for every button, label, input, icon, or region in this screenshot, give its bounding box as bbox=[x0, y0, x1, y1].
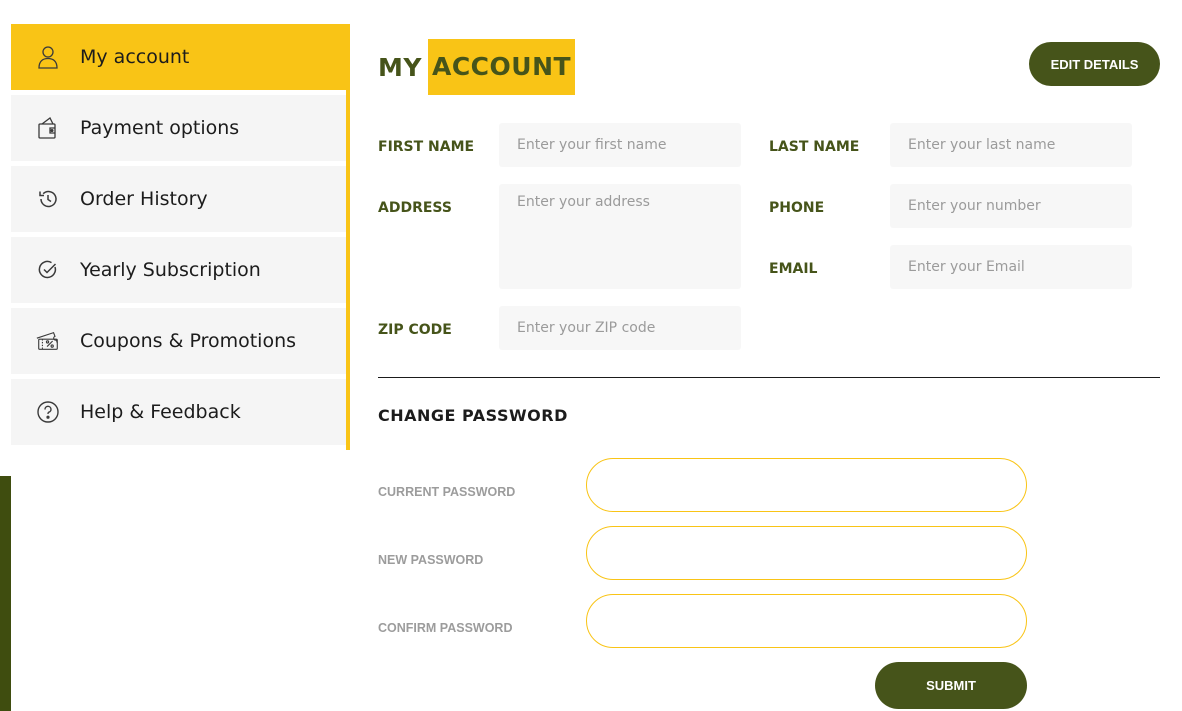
help-circle-icon bbox=[35, 399, 61, 425]
change-password-heading: CHANGE PASSWORD bbox=[378, 406, 568, 425]
email-input[interactable] bbox=[890, 245, 1132, 289]
sidebar-item-label: My account bbox=[80, 46, 190, 68]
sidebar-active-rail bbox=[346, 24, 350, 450]
last-name-input[interactable] bbox=[890, 123, 1132, 167]
user-icon bbox=[35, 44, 61, 70]
sidebar-lower-background bbox=[11, 476, 351, 711]
phone-label: PHONE bbox=[769, 200, 825, 216]
section-divider bbox=[378, 377, 1160, 378]
sidebar-item-payment-options[interactable]: Payment options bbox=[11, 95, 346, 161]
email-label: EMAIL bbox=[769, 261, 818, 277]
sidebar-item-label: Payment options bbox=[80, 117, 240, 139]
account-main-panel: MY ACCOUNT EDIT DETAILS FIRST NAME LAST … bbox=[351, 24, 1182, 711]
zip-code-label: ZIP CODE bbox=[378, 322, 452, 338]
sidebar-item-yearly-subscription[interactable]: Yearly Subscription bbox=[11, 237, 346, 303]
wallet-icon bbox=[35, 115, 61, 141]
current-password-label: CURRENT PASSWORD bbox=[378, 485, 516, 499]
address-input[interactable] bbox=[499, 184, 741, 289]
phone-input[interactable] bbox=[890, 184, 1132, 228]
current-password-input[interactable] bbox=[586, 458, 1027, 512]
first-name-label: FIRST NAME bbox=[378, 139, 475, 155]
coupon-icon bbox=[35, 328, 61, 354]
sidebar-item-label: Order History bbox=[80, 188, 208, 210]
confirm-password-input[interactable] bbox=[586, 594, 1027, 648]
new-password-input[interactable] bbox=[586, 526, 1027, 580]
sidebar-item-label: Coupons & Promotions bbox=[80, 330, 297, 352]
sidebar-item-label: Help & Feedback bbox=[80, 401, 241, 423]
page-title-word-account: ACCOUNT bbox=[427, 39, 576, 95]
zip-code-input[interactable] bbox=[499, 306, 741, 350]
sidebar-item-help-feedback[interactable]: Help & Feedback bbox=[11, 379, 346, 445]
sidebar-item-coupons-promotions[interactable]: Coupons & Promotions bbox=[11, 308, 346, 374]
edit-details-button[interactable]: EDIT DETAILS bbox=[1029, 42, 1160, 86]
sidebar-item-my-account[interactable]: My account bbox=[11, 24, 350, 90]
new-password-label: NEW PASSWORD bbox=[378, 553, 484, 567]
confirm-password-label: CONFIRM PASSWORD bbox=[378, 621, 513, 635]
sidebar-item-order-history[interactable]: Order History bbox=[11, 166, 346, 232]
first-name-input[interactable] bbox=[499, 123, 741, 167]
address-label: ADDRESS bbox=[378, 200, 452, 216]
page-title-word-my: MY bbox=[378, 52, 422, 82]
page-title: MY ACCOUNT bbox=[378, 39, 576, 95]
submit-button[interactable]: SUBMIT bbox=[875, 662, 1027, 709]
history-icon bbox=[35, 186, 61, 212]
check-circle-icon bbox=[35, 257, 61, 283]
sidebar-item-label: Yearly Subscription bbox=[80, 259, 261, 281]
account-sidebar: My account Payment options Order History bbox=[11, 24, 351, 450]
last-name-label: LAST NAME bbox=[769, 139, 860, 155]
